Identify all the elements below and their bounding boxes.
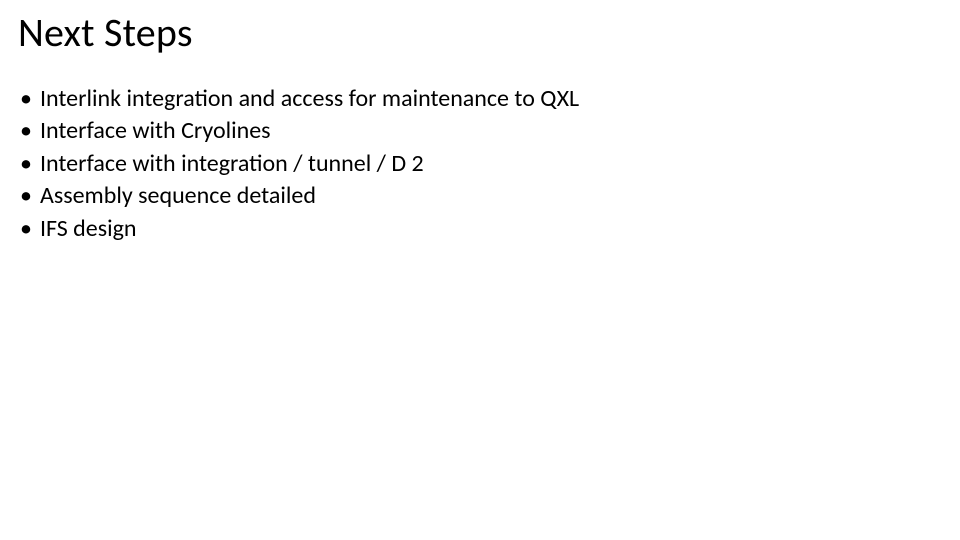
bullet-text: Assembly sequence detailed [40, 180, 316, 212]
bullet-text: IFS design [40, 213, 137, 245]
list-item: Assembly sequence detailed [20, 180, 942, 212]
bullet-text: Interlink integration and access for mai… [40, 83, 579, 115]
bullet-list: Interlink integration and access for mai… [18, 83, 942, 245]
page-title: Next Steps [18, 8, 942, 57]
bullet-text: Interface with Cryolines [40, 115, 271, 147]
list-item: Interface with Cryolines [20, 115, 942, 147]
list-item: Interface with integration / tunnel / D … [20, 148, 942, 180]
list-item: Interlink integration and access for mai… [20, 83, 942, 115]
bullet-text: Interface with integration / tunnel / D … [40, 148, 424, 180]
slide: Next Steps Interlink integration and acc… [0, 0, 960, 540]
list-item: IFS design [20, 213, 942, 245]
